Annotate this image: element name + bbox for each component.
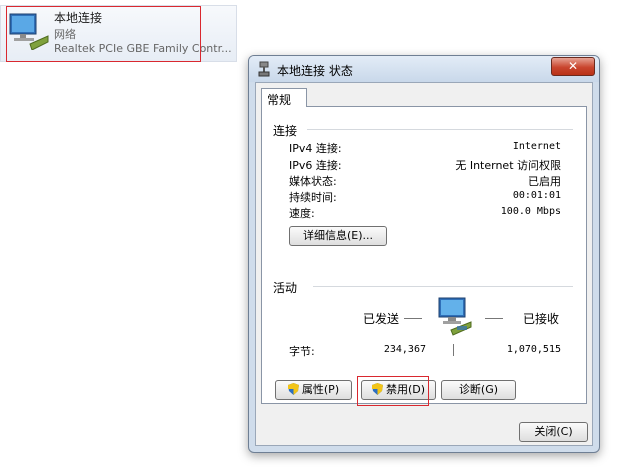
- bytes-sent-value: 234,367: [383, 344, 426, 355]
- properties-button[interactable]: 属性(P): [275, 380, 352, 400]
- received-label: 已接收: [523, 312, 560, 326]
- dialog-title: 本地连接 状态: [277, 64, 353, 78]
- ipv4-value: Internet: [512, 141, 561, 152]
- bytes-label: 字节:: [289, 345, 315, 358]
- title-bar[interactable]: 本地连接 状态 ✕: [249, 56, 599, 82]
- close-icon: ✕: [567, 59, 579, 73]
- close-button[interactable]: 关闭(C): [519, 422, 588, 442]
- sent-dash: [404, 318, 422, 319]
- ipv6-value: 无 Internet 访问权限: [455, 159, 561, 172]
- ipv6-label: IPv6 连接:: [289, 159, 342, 172]
- speed-value: 100.0 Mbps: [500, 206, 561, 217]
- bytes-separator: [453, 344, 454, 356]
- details-button[interactable]: 详细信息(E)...: [289, 226, 387, 246]
- highlight-box-adapter: [6, 6, 201, 62]
- activity-computers-icon: [438, 297, 472, 336]
- divider: [307, 129, 573, 130]
- section-connection-heading: 连接: [273, 124, 298, 138]
- sent-label: 已发送: [363, 312, 400, 326]
- media-state-label: 媒体状态:: [289, 175, 337, 188]
- properties-button-label: 属性(P): [301, 383, 340, 396]
- network-icon: [258, 61, 270, 77]
- ipv4-label: IPv4 连接:: [289, 142, 342, 155]
- bytes-received-value: 1,070,515: [506, 344, 561, 355]
- duration-label: 持续时间:: [289, 191, 337, 204]
- shield-icon: [287, 383, 299, 395]
- section-activity-heading: 活动: [273, 281, 298, 295]
- duration-value: 00:01:01: [512, 190, 561, 201]
- received-dash: [485, 318, 503, 319]
- divider: [313, 286, 573, 287]
- speed-label: 速度:: [289, 207, 315, 220]
- diagnose-button[interactable]: 诊断(G): [441, 380, 516, 400]
- highlight-box-disable: [357, 376, 429, 406]
- media-state-value: 已启用: [528, 175, 561, 188]
- close-window-button[interactable]: ✕: [551, 57, 595, 76]
- tab-general[interactable]: 常规: [261, 88, 307, 107]
